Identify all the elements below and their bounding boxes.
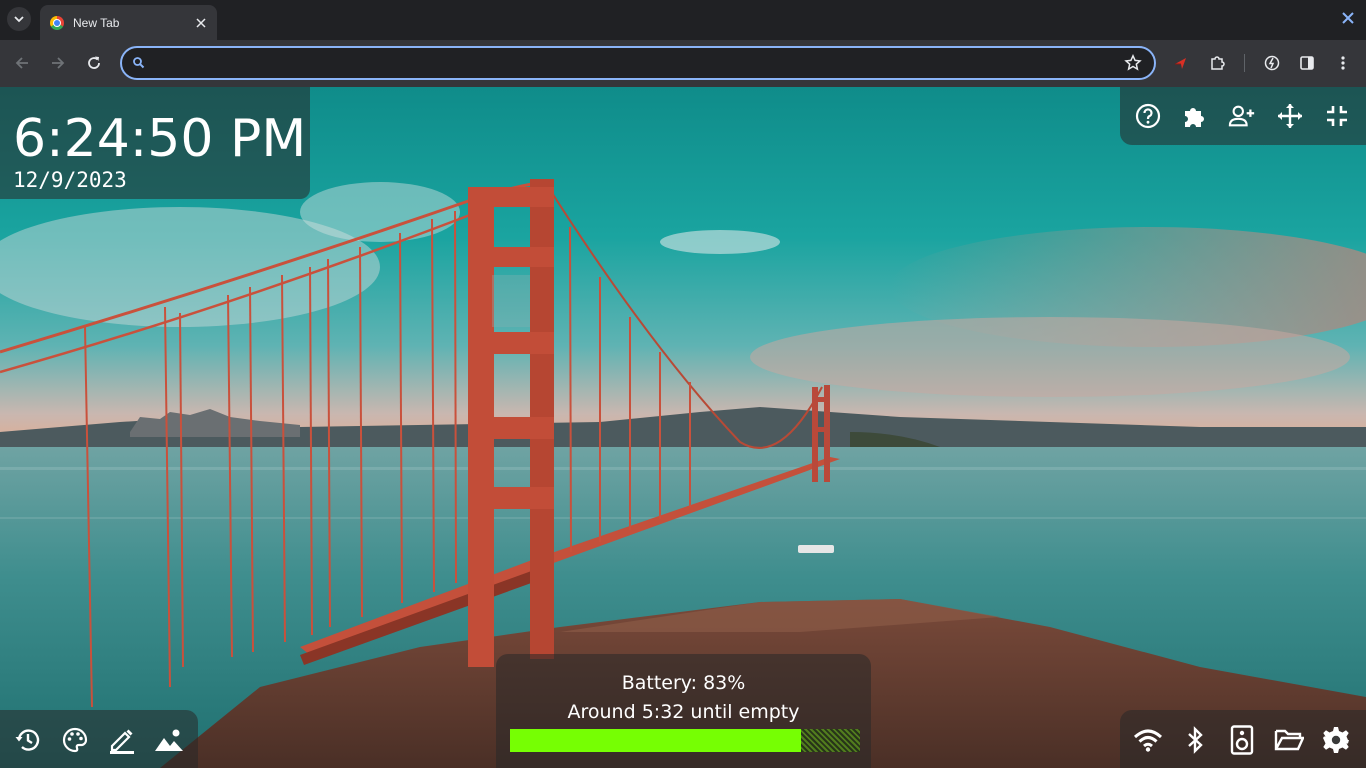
battery-bar-fill <box>510 729 801 752</box>
forward-button[interactable] <box>45 50 71 76</box>
battery-bar <box>510 729 860 752</box>
back-button[interactable] <box>9 50 35 76</box>
chevron-down-icon <box>14 16 24 23</box>
wallpaper-button[interactable] <box>154 725 184 755</box>
history-button[interactable] <box>13 725 43 755</box>
arrow-right-icon <box>52 57 65 69</box>
theme-button[interactable] <box>60 725 90 755</box>
reload-icon <box>88 56 100 69</box>
help-button[interactable] <box>1134 102 1162 130</box>
edit-button[interactable] <box>107 725 137 755</box>
battery-widget: Battery: 83% Around 5:32 until empty <box>496 654 871 768</box>
move-button[interactable] <box>1276 102 1304 130</box>
palette-icon <box>62 727 88 753</box>
reload-button[interactable] <box>81 50 107 76</box>
settings-icon <box>1323 727 1349 753</box>
bottom-left-toolbar <box>0 710 198 768</box>
bottom-right-toolbar <box>1120 710 1366 768</box>
performance-button[interactable] <box>1259 50 1285 76</box>
search-icon <box>132 56 146 75</box>
folder-icon <box>1274 729 1304 751</box>
fullscreen-exit-icon <box>1327 106 1347 126</box>
clock-widget: 6:24:50 PM 12/9/2023 <box>0 87 310 199</box>
speed-icon <box>1264 55 1280 71</box>
fullscreen-exit-button[interactable] <box>1323 102 1351 130</box>
clock-date: 12/9/2023 <box>13 168 127 192</box>
files-button[interactable] <box>1274 725 1304 755</box>
tab-strip: New Tab <box>0 0 1366 40</box>
side-panel-icon <box>1300 56 1314 70</box>
puzzle-icon <box>1211 56 1225 70</box>
close-icon <box>196 17 206 28</box>
wifi-icon <box>1133 729 1163 752</box>
kebab-menu-icon <box>1341 56 1345 70</box>
settings-button[interactable] <box>1321 725 1351 755</box>
address-input[interactable] <box>152 48 1112 78</box>
puzzle-icon <box>1185 108 1204 127</box>
arrow-left-icon <box>15 57 28 69</box>
add-person-button[interactable] <box>1228 102 1256 130</box>
browser-toolbar <box>0 40 1366 87</box>
clock-time: 6:24:50 PM <box>13 109 307 169</box>
move-icon <box>1278 104 1302 128</box>
close-icon <box>1342 12 1354 24</box>
toolbar-separator <box>1244 54 1245 72</box>
extension-button[interactable] <box>1168 50 1194 76</box>
menu-button[interactable] <box>1330 50 1356 76</box>
address-bar[interactable] <box>120 46 1156 80</box>
battery-status: Battery: 83% <box>621 672 746 694</box>
wifi-button[interactable] <box>1133 725 1163 755</box>
tab-close-button[interactable] <box>193 15 209 31</box>
tab-new-tab[interactable]: New Tab <box>40 5 217 40</box>
help-icon <box>1135 103 1161 129</box>
edit-icon <box>110 729 134 754</box>
new-tab-page: 6:24:50 PM 12/9/2023 Battery: 83% Around… <box>0 87 1366 768</box>
bluetooth-icon <box>1188 726 1203 754</box>
history-icon <box>15 729 40 751</box>
bluetooth-button[interactable] <box>1180 725 1210 755</box>
star-icon <box>1124 53 1142 71</box>
top-toolbar <box>1120 87 1366 145</box>
add-person-icon <box>1228 105 1255 127</box>
red-arrow-extension-icon <box>1175 58 1186 69</box>
extensions-button[interactable] <box>1205 50 1231 76</box>
speaker-button[interactable] <box>1227 725 1257 755</box>
battery-estimate: Around 5:32 until empty <box>567 701 800 723</box>
window-close-button[interactable] <box>1338 8 1358 28</box>
side-panel-button[interactable] <box>1294 50 1320 76</box>
chrome-logo-icon <box>50 15 64 30</box>
extensions-widget-button[interactable] <box>1181 102 1209 130</box>
image-icon <box>155 729 183 751</box>
bookmark-star-button[interactable] <box>1124 53 1142 77</box>
tab-search-button[interactable] <box>7 7 31 31</box>
speaker-icon <box>1230 725 1254 755</box>
tab-title: New Tab <box>73 15 120 30</box>
